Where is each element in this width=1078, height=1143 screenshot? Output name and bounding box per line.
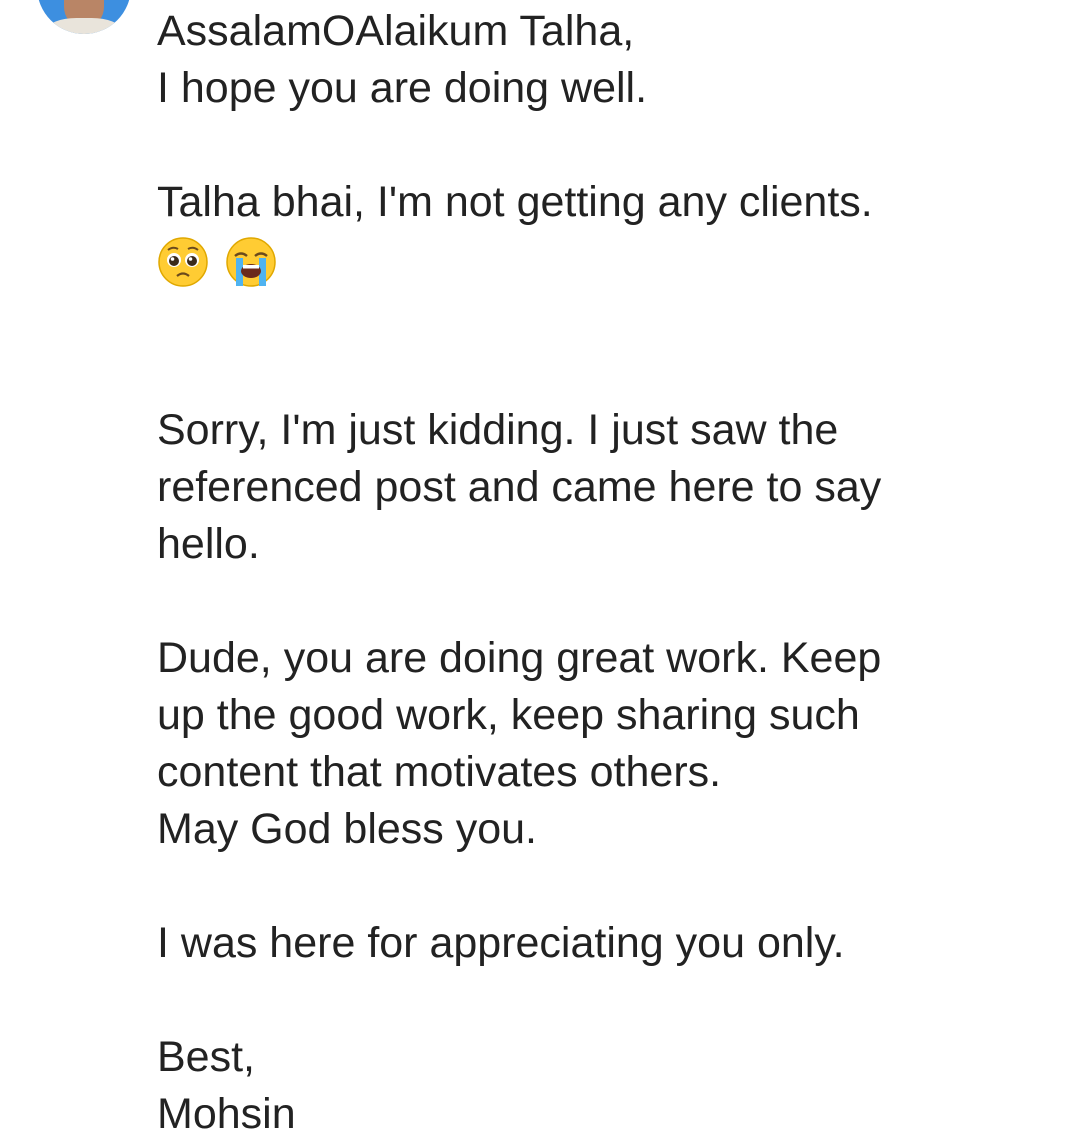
signoff-line: Best, [157,1033,255,1081]
praise-line-3: content that motivates others. [157,748,722,796]
appreciation-line: I was here for appreciating you only. [157,919,845,967]
loudly-crying-face-emoji-icon [226,236,276,287]
message-body: AssalamOAlaikum Talha, I hope you are do… [157,0,1037,1143]
pleading-face-emoji-icon [158,236,208,287]
blank-lines [157,288,1037,402]
sorry-line-1: Sorry, I'm just kidding. I just saw the [157,406,839,454]
sorry-line-2: referenced post and came here to say [157,463,882,511]
sender-avatar[interactable] [37,0,131,34]
praise-line-1: Dude, you are doing great work. Keep [157,634,882,682]
emoji-line [157,231,1037,288]
signature-line: Mohsin [157,1090,296,1138]
avatar-shirt [47,18,121,34]
sorry-line-3: hello. [157,520,260,568]
praise-line-4: May God bless you. [157,805,538,853]
clients-line: Talha bhai, I'm not getting any clients. [157,178,873,226]
hope-line: I hope you are doing well. [157,64,648,112]
praise-line-2: up the good work, keep sharing such [157,691,860,739]
greeting-line: AssalamOAlaikum Talha, [157,7,635,55]
